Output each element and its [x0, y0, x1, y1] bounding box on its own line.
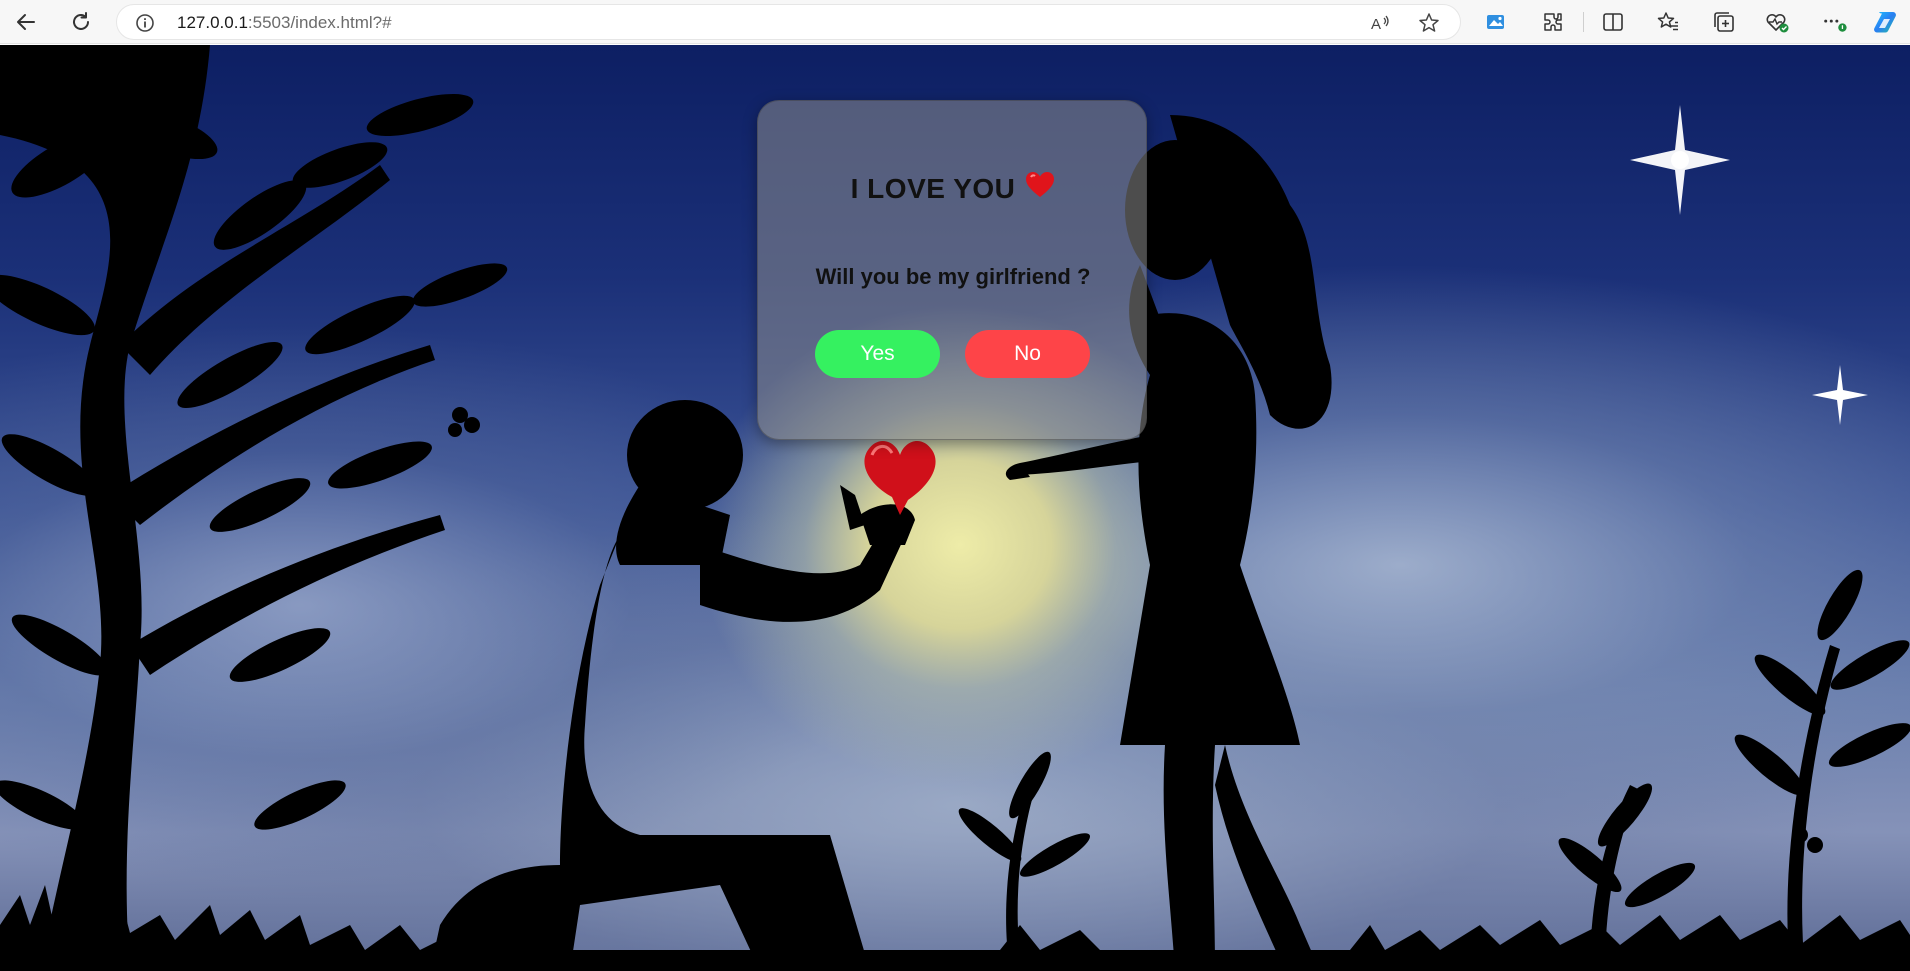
address-bar[interactable]: 127.0.0.1:5503/index.html?# A [116, 4, 1461, 40]
yes-button[interactable]: Yes [815, 330, 940, 378]
read-aloud-icon[interactable]: A [1369, 12, 1391, 34]
extensions-button[interactable] [1540, 9, 1566, 35]
title-text: I LOVE YOU [850, 173, 1016, 204]
browser-essentials-button[interactable] [1764, 9, 1790, 35]
more-button[interactable] [1822, 9, 1848, 35]
man-silhouette [430, 400, 915, 971]
favorites-button[interactable] [1655, 9, 1681, 35]
url-path: :5503/index.html?# [247, 13, 392, 32]
star-icon [1812, 365, 1868, 425]
grass-silhouette [0, 885, 1910, 971]
tree-silhouette [0, 45, 508, 971]
card-question: Will you be my girlfriend ? [815, 264, 1091, 289]
browser-essentials-icon [1766, 13, 1789, 33]
info-icon[interactable] [135, 13, 155, 33]
star-icon [1630, 105, 1730, 215]
refresh-button[interactable] [65, 8, 97, 36]
favorites-icon [1657, 12, 1678, 31]
plant-silhouette [1558, 569, 1910, 971]
collections-button[interactable] [1711, 9, 1737, 35]
image-tool-button[interactable] [1483, 9, 1509, 35]
image-tool-icon [1487, 15, 1504, 29]
url-host: 127.0.0.1 [177, 13, 248, 32]
extensions-icon [1544, 13, 1562, 31]
love-card: I LOVE YOU Will you be my girlfriend ? Y… [757, 100, 1147, 440]
split-screen-button[interactable] [1600, 9, 1626, 35]
copilot-button[interactable] [1872, 9, 1898, 35]
page-viewport: I LOVE YOU Will you be my girlfriend ? Y… [0, 45, 1910, 971]
toolbar-divider [1583, 12, 1584, 32]
svg-text:A: A [1371, 16, 1381, 33]
back-button[interactable] [10, 8, 42, 36]
url-text[interactable]: 127.0.0.1:5503/index.html?# [177, 13, 392, 33]
collections-icon [1714, 12, 1734, 32]
back-icon [17, 14, 35, 30]
heart-icon [864, 440, 936, 515]
heart-icon [1025, 171, 1055, 206]
favorite-star-icon[interactable] [1418, 12, 1440, 34]
refresh-icon [73, 12, 89, 30]
card-title: I LOVE YOU [758, 171, 1148, 206]
copilot-icon [1874, 12, 1896, 33]
split-screen-icon [1603, 13, 1623, 31]
no-button[interactable]: No [965, 330, 1090, 378]
browser-toolbar: 127.0.0.1:5503/index.html?# A [0, 0, 1910, 44]
more-icon [1824, 19, 1847, 32]
